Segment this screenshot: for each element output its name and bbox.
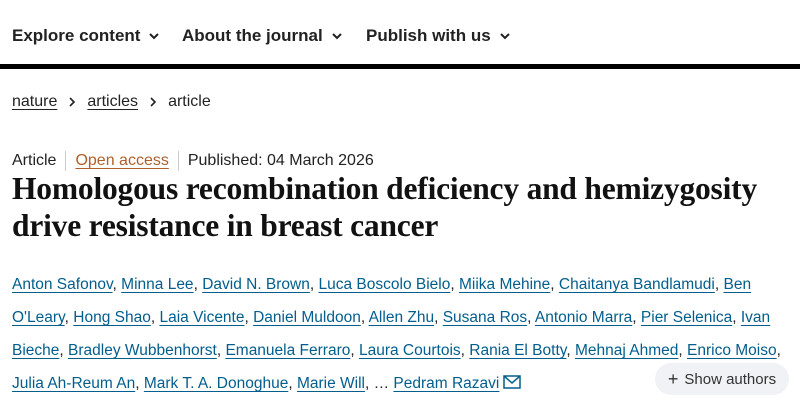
plus-icon: + — [667, 368, 679, 389]
chevron-right-icon — [69, 97, 76, 107]
author-link[interactable]: Laura Courtois — [359, 342, 461, 359]
author-link[interactable]: Luca Boscolo Bielo — [319, 276, 451, 293]
author-link[interactable]: Antonio Marra — [535, 309, 632, 326]
breadcrumb: nature articles article — [12, 93, 211, 111]
chevron-down-icon — [332, 33, 342, 40]
author-link[interactable]: Anton Safonov — [12, 276, 113, 293]
author-link[interactable]: Julia Ah-Reum An — [12, 375, 135, 392]
author-link[interactable]: Pedram Razavi — [393, 375, 499, 392]
nav-divider — [0, 64, 800, 69]
nav-explore-content[interactable]: Explore content — [12, 26, 160, 46]
author-link[interactable]: Susana Ros — [443, 309, 527, 326]
nav-publish-with-us-label: Publish with us — [366, 26, 491, 45]
article-type: Article — [12, 152, 57, 169]
article-meta: Article Open access Published: 04 March … — [12, 151, 374, 171]
chevron-down-icon — [499, 33, 510, 40]
nav-publish-with-us[interactable]: Publish with us — [366, 26, 511, 46]
breadcrumb-link-articles[interactable]: articles — [87, 93, 138, 111]
author-link[interactable]: David N. Brown — [202, 276, 310, 293]
author-link[interactable]: Daniel Muldoon — [253, 309, 361, 326]
author-link[interactable]: Hong Shao — [73, 309, 151, 326]
meta-divider — [65, 151, 67, 171]
nav-about-the-journal[interactable]: About the journal — [182, 26, 343, 46]
show-authors-label: Show authors — [684, 370, 777, 388]
author-link[interactable]: Rania El Botty — [469, 342, 566, 359]
show-authors-button[interactable]: + Show authors — [655, 363, 789, 395]
chevron-down-icon — [149, 33, 160, 40]
author-link[interactable]: Mehnaj Ahmed — [575, 342, 678, 359]
meta-divider — [177, 151, 179, 171]
author-link[interactable]: Enrico Moiso — [687, 342, 777, 359]
author-link[interactable]: Bradley Wubbenhorst — [68, 342, 217, 359]
author-link[interactable]: Emanuela Ferraro — [225, 342, 350, 359]
published-date: Published: 04 March 2026 — [187, 152, 374, 169]
author-link[interactable]: Pier Selenica — [641, 309, 732, 326]
author-link[interactable]: Marie Will — [297, 375, 365, 392]
breadcrumb-current: article — [168, 93, 211, 110]
open-access-link[interactable]: Open access — [75, 152, 168, 170]
nav-about-the-journal-label: About the journal — [182, 26, 323, 45]
top-navigation: Explore content About the journal Publis… — [0, 0, 800, 66]
article-title: Homologous recombination deficiency and … — [12, 171, 758, 243]
email-icon[interactable] — [503, 375, 522, 389]
breadcrumb-link-nature[interactable]: nature — [12, 93, 57, 111]
chevron-right-icon — [150, 97, 157, 107]
author-link[interactable]: Minna Lee — [121, 276, 193, 293]
author-link[interactable]: Allen Zhu — [369, 309, 434, 326]
author-link[interactable]: Miika Mehine — [459, 276, 550, 293]
author-link[interactable]: Laia Vicente — [159, 309, 244, 326]
author-link[interactable]: Chaitanya Bandlamudi — [559, 276, 715, 293]
author-ellipsis: … — [373, 375, 390, 392]
nav-explore-content-label: Explore content — [12, 26, 141, 45]
author-link[interactable]: Mark T. A. Donoghue — [144, 375, 288, 392]
